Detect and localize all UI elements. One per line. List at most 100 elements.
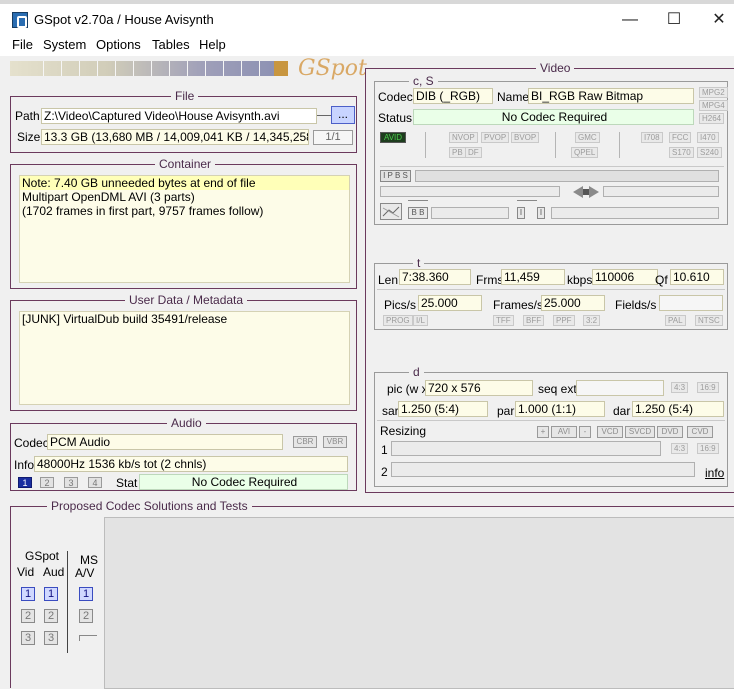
audio-stream-4-button[interactable]: 4 xyxy=(88,477,102,488)
resize-svcd-button[interactable]: SVCD xyxy=(625,426,655,438)
gspot-vid-1-button[interactable]: 1 xyxy=(21,587,35,601)
title-bar[interactable]: GSpot v2.70a / House Avisynth — ☐ ✕ xyxy=(0,4,734,34)
pic-field: 720 x 576 xyxy=(425,380,533,396)
d-title: d xyxy=(409,365,424,379)
menu-options[interactable]: Options xyxy=(96,37,141,52)
fields-field xyxy=(659,295,723,311)
container-line: (1702 frames in first part, 9757 frames … xyxy=(22,204,264,218)
vbr-button[interactable]: VBR xyxy=(323,436,347,448)
frames-field: 25.000 xyxy=(541,295,605,311)
proposed-output-area xyxy=(104,517,734,689)
logo-cell xyxy=(134,61,152,76)
container-group-title: Container xyxy=(155,157,216,171)
audio-stream-1-button[interactable]: 1 xyxy=(18,477,32,488)
h264-flag: H264 xyxy=(699,113,725,124)
logo-cell xyxy=(206,61,224,76)
gspot-aud-1-button[interactable]: 1 xyxy=(44,587,58,601)
gmc-flag: GMC xyxy=(575,132,600,143)
menu-system[interactable]: System xyxy=(43,37,86,52)
frms-field: 11,459 xyxy=(501,269,565,285)
logo-cell xyxy=(44,61,62,76)
ms-av-2-button[interactable]: 2 xyxy=(79,609,93,623)
resize-avi-button[interactable]: AVI xyxy=(551,426,577,438)
aud-label: Aud xyxy=(43,565,65,579)
divider xyxy=(380,166,724,167)
pic-label: pic (w x xyxy=(387,382,428,396)
resize-16-9-flag: 16:9 xyxy=(697,443,719,454)
seq-ext-label: seq ext xyxy=(538,382,577,396)
logo-cell xyxy=(116,61,134,76)
gspot-aud-3-button[interactable]: 3 xyxy=(44,631,58,645)
qf-label: Qf xyxy=(655,273,668,287)
close-button[interactable]: ✕ xyxy=(709,10,729,30)
mpg2-flag: MPG2 xyxy=(699,87,728,98)
browse-button[interactable]: ... xyxy=(331,106,355,124)
s240-flag: S240 xyxy=(697,147,722,158)
qf-field: 10.610 xyxy=(670,269,724,285)
ntsc-flag: NTSC xyxy=(695,315,723,326)
resize-plus-button[interactable]: + xyxy=(537,426,549,438)
gspot-vid-3-button[interactable]: 3 xyxy=(21,631,35,645)
proposed-group-title: Proposed Codec Solutions and Tests xyxy=(47,499,252,513)
cs-title: c, S xyxy=(409,74,438,88)
ms-av-1-button[interactable]: 1 xyxy=(79,587,93,601)
resize-row-2-label: 2 xyxy=(381,465,388,479)
window-title: GSpot v2.70a / House Avisynth xyxy=(34,12,214,27)
pb-flag: PB xyxy=(449,147,466,158)
resize-vcd-button[interactable]: VCD xyxy=(597,426,623,438)
i-indicator-a: I xyxy=(517,207,525,219)
logo-cell xyxy=(98,61,116,76)
df-flag: DF xyxy=(465,147,482,158)
logo-cell xyxy=(62,61,80,76)
gspot-vid-2-button[interactable]: 2 xyxy=(21,609,35,623)
resize-cvd-button[interactable]: CVD xyxy=(687,426,713,438)
vid-label: Vid xyxy=(17,565,35,579)
logo-cell xyxy=(242,61,260,76)
size-field: 13.3 GB (13,680 MB / 14,009,041 KB / 14,… xyxy=(41,129,309,145)
maximize-button[interactable]: ☐ xyxy=(664,10,684,30)
i-frame-bar xyxy=(551,207,719,219)
av-label: A/V xyxy=(75,566,95,580)
ms-av-placeholder xyxy=(79,635,97,641)
menu-file[interactable]: File xyxy=(12,37,33,52)
gop-bar-right xyxy=(603,186,719,197)
audio-stream-2-button[interactable]: 2 xyxy=(40,477,54,488)
minimize-button[interactable]: — xyxy=(620,10,640,30)
audio-stat-field: No Codec Required xyxy=(139,474,348,490)
video-group-title: Video xyxy=(536,61,575,75)
divider xyxy=(377,289,725,290)
menu-help[interactable]: Help xyxy=(199,37,226,52)
audio-stream-3-button[interactable]: 3 xyxy=(64,477,78,488)
logo-cell xyxy=(26,61,44,76)
bff-flag: BFF xyxy=(523,315,545,326)
audio-group-title: Audio xyxy=(167,416,206,430)
tff-flag: TFF xyxy=(493,315,514,326)
audio-group: Audio Codec PCM Audio CBR VBR Info 48000… xyxy=(10,416,357,491)
path-label: Path xyxy=(15,109,40,123)
audio-codec-label: Codec xyxy=(14,436,49,450)
dar-label: dar xyxy=(613,404,631,418)
resize-minus-button[interactable]: - xyxy=(579,426,591,438)
divider xyxy=(377,420,725,421)
audio-info-label: Info xyxy=(14,458,35,472)
video-status-field: No Codec Required xyxy=(413,109,694,125)
gop-bar-left xyxy=(380,186,560,197)
path-field[interactable]: Z:\Video\Captured Video\House Avisynth.a… xyxy=(41,108,317,124)
resize-dvd-button[interactable]: DVD xyxy=(657,426,683,438)
container-line: Multipart OpenDML AVI (3 parts) xyxy=(22,190,195,204)
info-link[interactable]: info xyxy=(705,466,724,480)
path-connector xyxy=(317,115,331,116)
gspot-aud-2-button[interactable]: 2 xyxy=(44,609,58,623)
ar-4-3-flag: 4:3 xyxy=(671,382,689,393)
menu-tables[interactable]: Tables xyxy=(152,37,190,52)
resizing-label: Resizing xyxy=(380,424,427,438)
b-frame-bar xyxy=(431,207,509,219)
cbr-button[interactable]: CBR xyxy=(293,436,317,448)
graph-icon[interactable] xyxy=(380,203,402,220)
sar-field: 1.250 (5:4) xyxy=(398,401,488,417)
video-codec-field: DIB (_RGB) xyxy=(413,88,493,104)
seq-ext-field xyxy=(576,380,664,396)
sync-arrow-icon xyxy=(571,185,601,199)
video-t-group: t Len 7:38.360 Frms 11,459 kbps 110006 Q… xyxy=(374,256,728,330)
pal-flag: PAL xyxy=(665,315,686,326)
